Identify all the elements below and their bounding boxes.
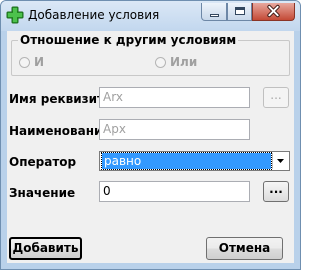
radio-and-label: И bbox=[34, 55, 45, 69]
close-button[interactable] bbox=[252, 3, 295, 21]
radio-circle-icon bbox=[19, 56, 30, 68]
requisite-browse-button[interactable]: ... bbox=[263, 87, 289, 108]
close-icon bbox=[267, 4, 280, 18]
chevron-down-icon[interactable] bbox=[272, 153, 288, 169]
radio-or[interactable]: Или bbox=[155, 55, 197, 69]
add-plus-icon bbox=[6, 6, 24, 24]
value-browse-button[interactable]: ... bbox=[263, 181, 289, 202]
cancel-button[interactable]: Отмена bbox=[206, 237, 283, 260]
radio-circle-icon bbox=[155, 56, 166, 68]
value-field[interactable]: 0 bbox=[99, 181, 250, 202]
add-button[interactable]: Добавить bbox=[9, 237, 82, 260]
dialog-window: Добавление условия Отношение к другим ус… bbox=[0, 0, 301, 270]
minimize-button[interactable] bbox=[201, 3, 227, 21]
title-bar[interactable]: Добавление условия bbox=[1, 1, 300, 31]
name-label: Наименование bbox=[9, 124, 111, 138]
requisite-label: Имя реквизита bbox=[9, 92, 113, 106]
operator-label: Оператор bbox=[9, 155, 77, 169]
name-field[interactable]: Apx bbox=[99, 119, 250, 140]
radio-and[interactable]: И bbox=[19, 55, 44, 69]
requisite-field[interactable]: Arx bbox=[99, 87, 250, 108]
group-title: Отношение к другим условиям bbox=[18, 33, 239, 47]
operator-select[interactable]: равно bbox=[99, 151, 290, 171]
relation-groupbox: Отношение к другим условиям И Или bbox=[11, 33, 290, 76]
maximize-button[interactable] bbox=[227, 3, 252, 21]
maximize-icon bbox=[235, 7, 245, 15]
operator-selected-value: равно bbox=[101, 152, 272, 170]
radio-or-label: Или bbox=[170, 55, 198, 69]
minimize-icon bbox=[210, 14, 219, 17]
dialog-body: Отношение к другим условиям И Или Имя ре… bbox=[7, 31, 294, 263]
value-label: Значение bbox=[9, 186, 76, 200]
window-title: Добавление условия bbox=[28, 8, 160, 22]
